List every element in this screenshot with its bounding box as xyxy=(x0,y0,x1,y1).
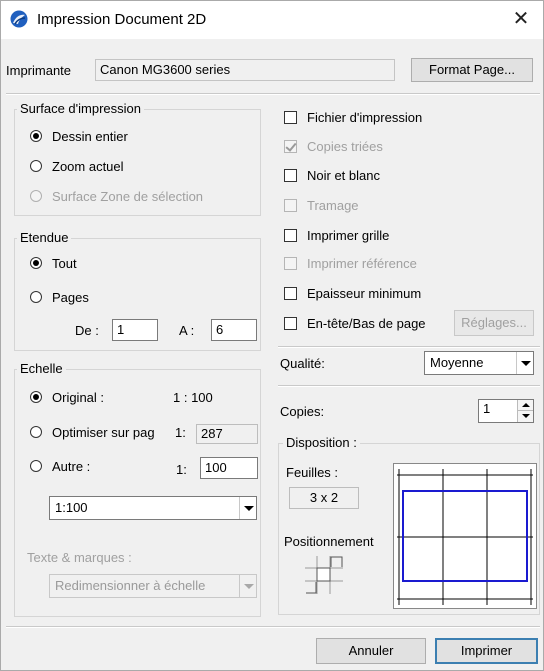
optimiser-prefix: 1: xyxy=(175,425,186,440)
positionnement-label: Positionnement xyxy=(284,534,374,549)
echelle-group-title: Echelle xyxy=(17,361,66,376)
title-bar: Impression Document 2D ✕ xyxy=(1,1,543,39)
from-page-input[interactable]: 1 xyxy=(112,319,158,341)
chevron-down-icon xyxy=(516,352,533,374)
to-page-input[interactable]: 6 xyxy=(211,319,257,341)
check-imprimer-grille-label: Imprimer grille xyxy=(307,228,390,243)
autre-scale-input[interactable]: 100 xyxy=(200,457,258,479)
radio-original[interactable] xyxy=(30,391,42,403)
print-dialog: Impression Document 2D ✕ Imprimante Cano… xyxy=(0,0,544,671)
cancel-button[interactable]: Annuler xyxy=(316,638,426,664)
stepper-down-icon[interactable] xyxy=(518,411,533,422)
stepper-up-icon[interactable] xyxy=(518,400,533,411)
texte-marques-select[interactable]: Redimensionner à échelle xyxy=(49,574,257,598)
radio-autre[interactable] xyxy=(30,460,42,472)
window-title: Impression Document 2D xyxy=(37,11,207,28)
check-epaisseur-minimum-label: Epaisseur minimum xyxy=(307,286,422,301)
radio-pages-label: Pages xyxy=(52,290,89,305)
check-imprimer-reference[interactable] xyxy=(284,257,297,270)
feuilles-label: Feuilles : xyxy=(286,465,339,480)
separator-right-1 xyxy=(278,346,540,348)
reglages-button[interactable]: Réglages... xyxy=(454,310,534,336)
radio-tout-label: Tout xyxy=(52,256,77,271)
sheet-layout-preview xyxy=(393,463,537,609)
print-button[interactable]: Imprimer xyxy=(435,638,538,664)
printer-name-field: Canon MG3600 series xyxy=(95,59,395,81)
check-noir-blanc[interactable] xyxy=(284,169,297,182)
disposition-group-title: Disposition : xyxy=(283,435,360,450)
radio-optimiser-label: Optimiser sur pag xyxy=(52,425,155,440)
format-page-button[interactable]: Format Page... xyxy=(411,58,533,82)
radio-tout[interactable] xyxy=(30,257,42,269)
positionnement-icon[interactable] xyxy=(304,555,344,595)
radio-zoom-actuel[interactable] xyxy=(30,160,42,172)
scale-preset-value: 1:100 xyxy=(55,500,88,515)
printer-label: Imprimante xyxy=(6,63,72,78)
original-scale-value: 1 : 100 xyxy=(173,390,213,405)
check-epaisseur-minimum[interactable] xyxy=(284,287,297,300)
autre-prefix: 1: xyxy=(176,462,187,477)
check-tramage-label: Tramage xyxy=(307,198,359,213)
check-copies-triees-label: Copies triées xyxy=(307,139,383,154)
radio-dessin-entier[interactable] xyxy=(30,130,42,142)
chevron-down-icon xyxy=(239,575,256,597)
radio-zoom-actuel-label: Zoom actuel xyxy=(52,159,124,174)
separator-right-2 xyxy=(278,385,540,387)
radio-optimiser[interactable] xyxy=(30,426,42,438)
feuilles-value: 3 x 2 xyxy=(289,487,359,509)
copies-stepper[interactable]: 1 xyxy=(478,399,534,423)
check-fichier-impression-label: Fichier d'impression xyxy=(307,110,423,125)
quality-select[interactable]: Moyenne xyxy=(424,351,534,375)
check-entete-bas-page[interactable] xyxy=(284,317,297,330)
to-label: A : xyxy=(179,323,195,338)
copies-label: Copies: xyxy=(280,404,325,419)
check-imprimer-reference-label: Imprimer référence xyxy=(307,256,417,271)
scale-preset-select[interactable]: 1:100 xyxy=(49,496,257,520)
check-tramage[interactable] xyxy=(284,199,297,212)
check-copies-triees[interactable] xyxy=(284,140,297,153)
check-noir-blanc-label: Noir et blanc xyxy=(307,168,380,183)
radio-surface-zone[interactable] xyxy=(30,190,42,202)
app-logo-icon xyxy=(10,10,28,28)
chevron-down-icon xyxy=(239,497,256,519)
radio-autre-label: Autre : xyxy=(52,459,91,474)
texte-marques-label: Texte & marques : xyxy=(27,550,132,565)
radio-dessin-entier-label: Dessin entier xyxy=(52,129,128,144)
check-imprimer-grille[interactable] xyxy=(284,229,297,242)
copies-value: 1 xyxy=(483,401,491,416)
surface-group-title: Surface d'impression xyxy=(17,101,144,116)
close-icon[interactable]: ✕ xyxy=(499,1,543,39)
radio-surface-zone-label: Surface Zone de sélection xyxy=(52,189,204,204)
quality-value: Moyenne xyxy=(430,355,484,370)
quality-label: Qualité: xyxy=(280,356,325,371)
check-entete-bas-page-label: En-tête/Bas de page xyxy=(307,316,426,331)
radio-original-label: Original : xyxy=(52,390,105,405)
from-label: De : xyxy=(75,323,99,338)
check-fichier-impression[interactable] xyxy=(284,111,297,124)
radio-pages[interactable] xyxy=(30,291,42,303)
etendue-group-title: Etendue xyxy=(17,230,72,245)
separator-bottom xyxy=(6,626,540,628)
separator-top xyxy=(6,93,540,95)
optimiser-scale-field: 287 xyxy=(196,424,258,444)
texte-marques-value: Redimensionner à échelle xyxy=(55,578,206,593)
